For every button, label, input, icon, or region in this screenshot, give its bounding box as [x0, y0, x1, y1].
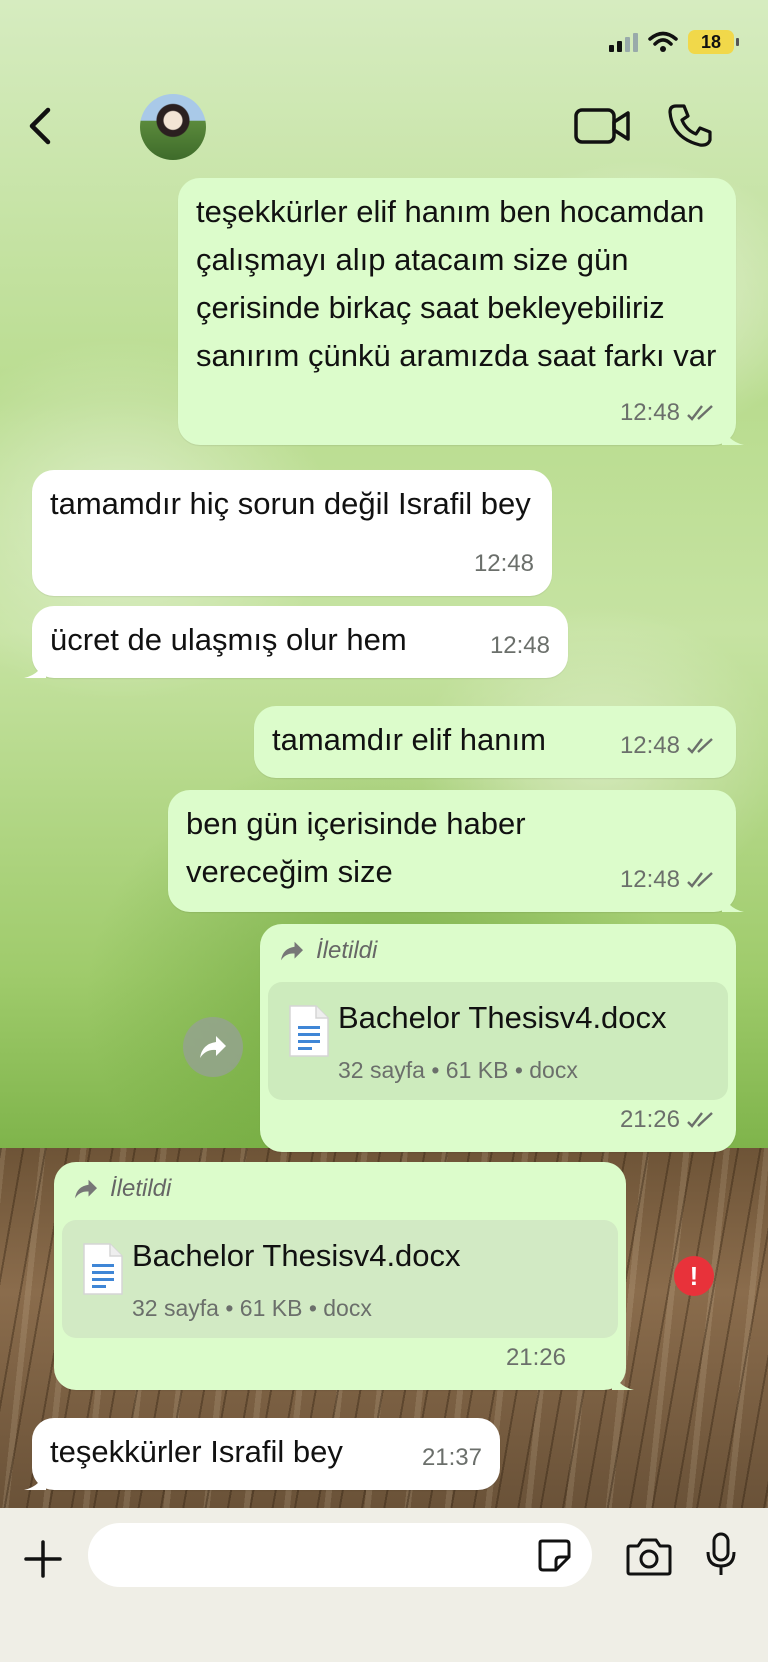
message-time: 21:26: [505, 1344, 566, 1371]
message-text: tamamdır hiç sorun değil Israfil bey: [50, 486, 531, 521]
forward-arrow-icon: [75, 1179, 97, 1199]
wifi-icon: [648, 31, 678, 52]
message-time: 12:48: [619, 399, 680, 426]
message-meta: 12:48: [490, 622, 550, 670]
double-check-icon: [687, 738, 713, 754]
message-outgoing[interactable]: teşekkürler elif hanım ben hocamdan çalı…: [178, 178, 744, 445]
chevron-left-icon: [29, 107, 51, 145]
message-meta: 21:26: [506, 1334, 566, 1382]
double-check-icon: [687, 872, 713, 888]
phone-icon: [668, 104, 712, 147]
sticker-button[interactable]: [536, 1537, 572, 1573]
voice-call-button[interactable]: [668, 102, 712, 148]
bubble-tail: [722, 890, 744, 912]
status-icons: 18: [609, 30, 739, 54]
message-meta: 12:48: [620, 856, 718, 904]
message-input[interactable]: [88, 1523, 592, 1587]
message-time: 12:48: [489, 632, 550, 659]
message-outgoing[interactable]: ben gün içerisinde haber vereceğim size …: [168, 790, 744, 912]
bubble-tail: [24, 656, 46, 678]
forwarded-indicator: İletildi: [72, 1174, 608, 1204]
video-camera-icon: [574, 108, 630, 144]
message-meta: 12:48: [620, 389, 718, 437]
video-call-button[interactable]: [574, 106, 632, 146]
bubble-tail: [612, 1368, 634, 1390]
document-info: 32 sayfa • 61 KB • docx: [338, 1057, 578, 1083]
message-time: 12:48: [473, 550, 534, 577]
contact-avatar[interactable]: [140, 94, 206, 160]
message-incoming[interactable]: ücret de ulaşmış olur hem 12:48: [24, 606, 568, 678]
message-time: 12:48: [619, 732, 680, 759]
composer-bar: [0, 1508, 768, 1662]
message-text: teşekkürler elif hanım ben hocamdan çalı…: [196, 194, 717, 373]
document-card[interactable]: Bachelor Thesisv4.docx 32 sayfa • 61 KB …: [62, 1220, 618, 1338]
back-button[interactable]: [22, 104, 62, 148]
message-text: ben gün içerisinde haber vereceğim size: [186, 806, 526, 889]
attach-button[interactable]: [22, 1538, 64, 1580]
bubble-tail: [24, 1468, 46, 1490]
voice-message-button[interactable]: [704, 1532, 738, 1578]
forwarded-indicator: İletildi: [278, 936, 718, 966]
double-check-icon: [687, 405, 713, 421]
camera-button[interactable]: [626, 1536, 672, 1576]
document-card[interactable]: Bachelor Thesisv4.docx 32 sayfa • 61 KB …: [268, 982, 728, 1100]
forwarded-label: İletildi: [316, 937, 378, 964]
plus-icon: [24, 1540, 62, 1578]
bubble-tail: [722, 423, 744, 445]
document-icon: [289, 1005, 329, 1057]
message-time: 21:37: [421, 1444, 482, 1471]
message-time: 21:26: [619, 1106, 680, 1133]
message-outgoing-document[interactable]: İletildi Bachelor Thesisv4.docx 32 sayfa…: [54, 1162, 634, 1390]
document-icon: [83, 1243, 123, 1295]
microphone-icon: [706, 1532, 736, 1575]
message-incoming[interactable]: tamamdır hiç sorun değil Israfil bey 12:…: [32, 470, 552, 596]
message-meta: 12:48: [620, 722, 718, 770]
message-meta: 21:37: [422, 1434, 482, 1482]
double-check-icon: [687, 1112, 713, 1128]
status-bar: 18: [0, 0, 768, 90]
error-icon[interactable]: !: [674, 1256, 714, 1296]
message-outgoing[interactable]: tamamdır elif hanım 12:48: [254, 706, 736, 778]
document-name: Bachelor Thesisv4.docx: [338, 1000, 667, 1035]
message-meta: 21:26: [620, 1096, 718, 1144]
chat-header: [0, 90, 768, 170]
sticker-icon: [538, 1539, 571, 1572]
cellular-signal-icon: [609, 32, 638, 52]
forward-button[interactable]: [183, 1017, 243, 1077]
message-outgoing-document[interactable]: İletildi Bachelor Thesisv4.docx 32 sayfa…: [260, 924, 736, 1152]
camera-icon: [626, 1538, 672, 1576]
message-time: 12:48: [619, 866, 680, 893]
document-name: Bachelor Thesisv4.docx: [132, 1238, 461, 1273]
message-text: teşekkürler Israfil bey: [50, 1434, 343, 1469]
message-meta: 12:48: [474, 540, 534, 588]
forward-arrow-icon: [281, 941, 303, 961]
message-text: ücret de ulaşmış olur hem: [50, 622, 407, 657]
battery-indicator: 18: [688, 30, 739, 54]
message-incoming[interactable]: teşekkürler Israfil bey 21:37: [24, 1418, 500, 1490]
forward-arrow-icon: [200, 1036, 226, 1058]
document-info: 32 sayfa • 61 KB • docx: [132, 1295, 372, 1321]
forwarded-label: İletildi: [110, 1175, 172, 1202]
